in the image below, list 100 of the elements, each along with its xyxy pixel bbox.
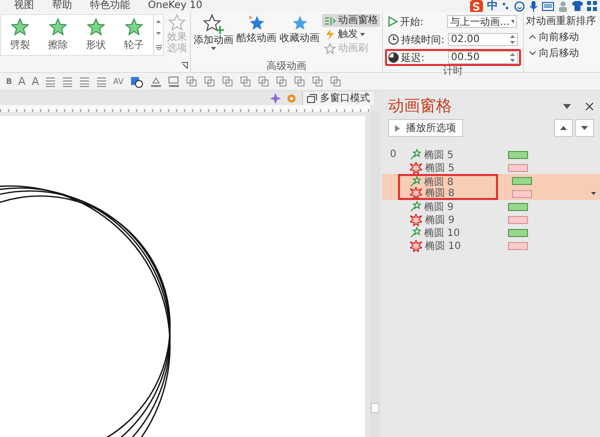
arrange-icon[interactable] [204,76,216,87]
menu-tab[interactable]: OneKey 10 [148,0,202,12]
align-icon[interactable] [79,76,90,86]
delay-spinner[interactable]: 00.50 [448,51,518,64]
animation-list-item[interactable]: 椭圆 10 [382,226,600,239]
animation-effect-option[interactable]: 形状 [77,15,115,55]
star-icon [246,14,266,32]
start-dropdown[interactable]: 与上一动画... [447,15,517,28]
pane-title: 动画窗格 [388,96,453,116]
multi-window-button[interactable]: 多窗口模式 [302,92,374,104]
move-earlier-button[interactable]: 向前移动 [526,30,579,44]
item-name: 椭圆 5 [424,148,454,162]
ribbon-button[interactable]: 动画窗格 [322,14,380,27]
star-icon [125,18,143,36]
timeline-bar [508,150,528,158]
keyboard-icon[interactable] [542,2,554,10]
expand-gallery-icon[interactable] [156,45,162,50]
align-icon[interactable] [45,76,56,86]
star-icon [324,43,336,54]
delay-label: 延迟: [401,52,426,64]
arrange-icon[interactable] [330,76,342,87]
triangle-down-icon [581,126,588,130]
start-label: 开始: [400,16,424,28]
timeline-bar [512,190,532,198]
arrange-icon[interactable] [222,76,234,87]
animation-effect-option[interactable]: 擦除 [39,15,77,55]
shape-fill-icon[interactable] [130,76,144,88]
animation-list-item[interactable]: 椭圆 5 [382,161,600,174]
duration-spinner[interactable]: 02.00 [448,33,518,46]
dropdown-caret-icon[interactable] [591,192,596,195]
close-icon[interactable] [585,102,594,110]
animation-effect-option[interactable]: 劈裂 [1,15,39,55]
animation-effect-option[interactable]: 轮子 [115,15,153,55]
dropdown-caret-icon[interactable] [563,104,571,108]
fill-color-icon[interactable] [150,76,162,88]
move-up-button[interactable] [554,119,573,137]
align-icon[interactable] [62,76,74,86]
animation-list-item[interactable]: 椭圆 8 [382,187,600,200]
animation-list-item[interactable]: 椭圆 10 [382,239,600,252]
item-name: 椭圆 9 [425,214,455,226]
star-icon [87,18,105,36]
smiley-icon[interactable] [514,0,525,12]
font-button[interactable]: B [6,76,12,88]
scroll-up-icon[interactable] [156,20,161,23]
caret-icon [211,47,216,50]
shirt-icon[interactable] [572,1,583,11]
animation-list-item[interactable]: 椭圆 9 [382,213,600,226]
grid-icon[interactable] [587,1,597,11]
duration-label: 持续时间: [401,34,446,46]
move-later-button[interactable]: 向后移动 [526,46,579,60]
timeline-bar [508,202,528,210]
arrange-icon[interactable] [312,76,324,87]
punctuation-icon[interactable] [502,1,510,11]
animation-list-item[interactable]: 0 椭圆 5 [382,148,600,161]
move-down-button[interactable] [575,119,594,137]
menu-tab[interactable]: 视图 [14,0,34,12]
arrange-icon[interactable] [276,76,288,87]
microphone-icon[interactable] [529,0,538,12]
entrance-star-icon [410,149,421,160]
clock-icon [388,34,399,45]
arrange-icon[interactable] [294,76,306,87]
line-color-icon[interactable] [168,76,180,88]
item-name: 椭圆 8 [424,176,454,188]
star-icon [49,18,67,36]
arrange-icon[interactable] [240,76,252,87]
entrance-star-icon [410,227,421,238]
exit-burst-icon [410,240,422,252]
ribbon-button[interactable]: 触发 [322,28,380,41]
menu-tab[interactable]: 帮助 [52,0,72,12]
ribbon-button[interactable]: 收藏动画 [279,14,320,44]
chevron-down-icon [529,51,536,55]
animation-list-item[interactable]: 椭圆 9 [382,200,600,213]
align-icon[interactable] [96,76,108,86]
triangle-up-icon [560,126,567,130]
scroll-down-icon[interactable] [156,32,161,36]
spacing-button[interactable]: AV [113,76,124,88]
ribbon-button[interactable]: 添加动画 [193,14,234,50]
ime-mode-indicator[interactable]: 中 [487,0,498,12]
vertical-scrollbar[interactable] [370,112,380,437]
arrange-icon[interactable] [186,76,198,87]
exit-burst-icon [410,186,422,198]
font-button[interactable]: A [32,76,40,88]
person-icon[interactable] [558,0,568,12]
exit-burst-icon [410,214,422,226]
spin-arrows-icon[interactable] [510,53,515,62]
timeline-bar [512,176,532,184]
arrange-icon[interactable] [258,76,270,87]
clock-icon [388,52,399,63]
sparkle-icon[interactable] [270,92,281,104]
spin-arrows-icon[interactable] [510,35,515,44]
play-selected-button[interactable]: 播放所选项 [388,119,463,137]
star-plus-icon [202,14,224,34]
gallery-scrollbar[interactable] [153,15,163,55]
dialog-launcher-icon[interactable] [181,62,188,69]
font-button[interactable]: A [18,76,26,88]
s-logo-icon[interactable] [470,0,483,12]
menu-tab[interactable]: 特色功能 [90,0,130,12]
exit-burst-icon [410,162,422,174]
animation-list-item[interactable]: 椭圆 8 [382,174,600,187]
ribbon-button[interactable]: 酷炫动画 [236,14,277,44]
